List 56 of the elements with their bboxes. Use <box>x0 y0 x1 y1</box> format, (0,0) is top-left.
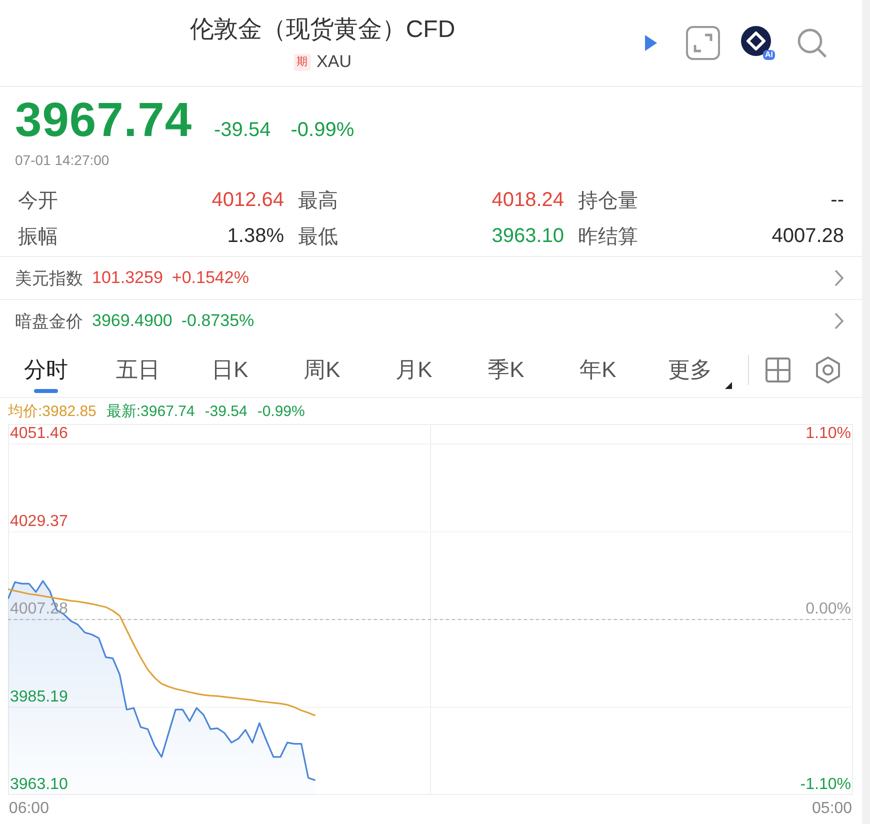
stat-label: 持仓量 <box>578 188 638 214</box>
stat-label: 昨结算 <box>578 224 638 250</box>
percent-axis-label: -1.10% <box>800 776 851 793</box>
market-tag: 期 <box>294 54 311 70</box>
chevron-right-icon[interactable] <box>834 269 844 287</box>
legend-text: 最新:3967.74 <box>106 402 195 420</box>
y-axis-label: 4051.46 <box>10 425 68 442</box>
quote-time: 07-01 14:27:00 <box>15 151 110 170</box>
stat-value: 4018.24 <box>492 188 564 212</box>
stat-label: 振幅 <box>18 224 58 250</box>
period-tab[interactable]: 周K <box>276 342 368 397</box>
period-tab[interactable]: 月K <box>368 342 460 397</box>
y-axis-label: 3963.10 <box>10 776 68 793</box>
related-change: +0.1542% <box>172 268 249 288</box>
grid-icon[interactable] <box>765 356 791 382</box>
percent-axis-label: 1.10% <box>806 425 851 442</box>
stat-value: -- <box>830 188 844 212</box>
dropdown-corner-icon <box>725 382 732 389</box>
period-tab[interactable]: 日K <box>184 342 276 397</box>
related-label: 暗盘金价 <box>15 310 83 332</box>
related-change: -0.8735% <box>181 311 254 331</box>
settings-icon[interactable] <box>815 356 841 384</box>
period-tab[interactable]: 更多 <box>644 342 736 397</box>
related-price: 101.3259 <box>92 268 163 288</box>
legend-text: -0.99% <box>257 402 305 420</box>
period-tab[interactable]: 分时 <box>0 342 92 397</box>
instrument-title: 伦敦金（现货黄金）CFD <box>190 15 456 45</box>
search-icon[interactable] <box>797 28 827 58</box>
x-axis-label: 05:00 <box>812 800 852 817</box>
related-price: 3969.4900 <box>92 311 172 331</box>
ai-button[interactable]: AI <box>741 26 775 60</box>
period-tab[interactable]: 年K <box>552 342 644 397</box>
percent-axis-label: 0.00% <box>806 600 851 618</box>
y-axis-label: 4029.37 <box>10 512 68 530</box>
period-tab[interactable]: 季K <box>460 342 552 397</box>
period-tab[interactable]: 五日 <box>92 342 184 397</box>
symbol-code: XAU <box>316 51 352 73</box>
play-icon[interactable] <box>645 35 657 51</box>
related-label: 美元指数 <box>15 268 83 290</box>
legend-text: -39.54 <box>204 402 248 420</box>
expand-icon[interactable] <box>686 26 720 60</box>
legend-text: 均价:3982.85 <box>8 402 96 420</box>
stat-label: 今开 <box>18 188 58 214</box>
last-price: 3967.74 <box>15 95 192 147</box>
chevron-right-icon[interactable] <box>834 312 844 330</box>
y-axis-label: 3985.19 <box>10 688 68 706</box>
ai-logo-icon <box>741 26 771 56</box>
stat-label: 最低 <box>298 224 338 250</box>
stat-value: 1.38% <box>227 224 284 248</box>
stat-value: 4007.28 <box>772 224 844 248</box>
stat-value: 3963.10 <box>492 224 564 248</box>
stat-value: 4012.64 <box>212 188 284 212</box>
stat-label: 最高 <box>298 188 338 214</box>
x-axis-label: 06:00 <box>8 800 49 817</box>
percent-change: -0.99% <box>290 119 354 142</box>
price-change: -39.54 <box>214 119 271 142</box>
